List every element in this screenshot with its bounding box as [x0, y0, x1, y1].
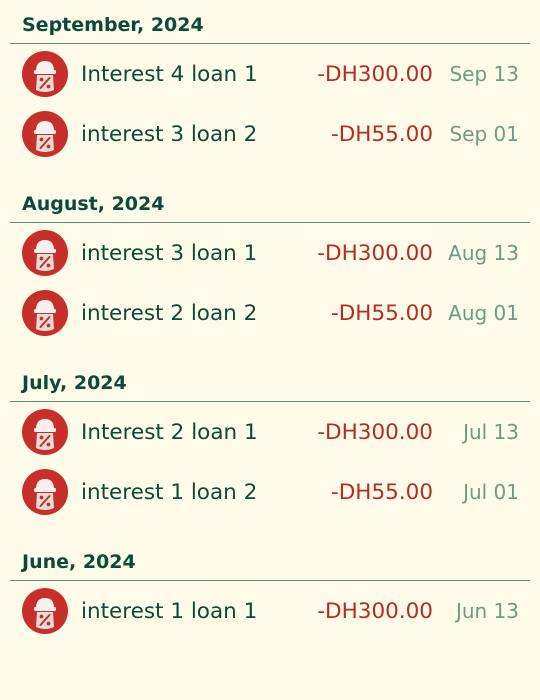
transaction-row[interactable]: interest 3 loan 2 -DH55.00 Sep 01	[0, 104, 540, 164]
month-header: June, 2024	[10, 537, 530, 581]
loan-interest-icon	[22, 111, 68, 157]
transaction-name: Interest 2 loan 1	[81, 419, 258, 445]
transaction-amount: -DH55.00	[330, 121, 433, 147]
transaction-date: Sep 13	[449, 62, 519, 86]
transaction-row[interactable]: Interest 2 loan 1 -DH300.00 Jul 13	[0, 402, 540, 462]
transaction-amount: -DH300.00	[317, 598, 433, 624]
month-group-july: July, 2024 Interest 2 loan 1 -DH300.00 J…	[0, 358, 540, 522]
month-group-september: September, 2024 Interest 4 loan 1 -DH300…	[0, 0, 540, 164]
transaction-name: interest 3 loan 2	[81, 121, 258, 147]
loan-interest-icon	[22, 588, 68, 634]
transaction-name: interest 2 loan 2	[81, 300, 258, 326]
transaction-row[interactable]: interest 1 loan 2 -DH55.00 Jul 01	[0, 462, 540, 522]
transaction-row[interactable]: Interest 4 loan 1 -DH300.00 Sep 13	[0, 44, 540, 104]
loan-interest-icon	[22, 469, 68, 515]
loan-interest-icon	[22, 290, 68, 336]
transaction-amount: -DH300.00	[317, 419, 433, 445]
transaction-amount: -DH300.00	[317, 61, 433, 87]
transaction-row[interactable]: interest 1 loan 1 -DH300.00 Jun 13	[0, 581, 540, 641]
month-group-august: August, 2024 interest 3 loan 1 -DH300.00…	[0, 179, 540, 343]
loan-interest-icon	[22, 51, 68, 97]
transaction-row[interactable]: interest 2 loan 2 -DH55.00 Aug 01	[0, 283, 540, 343]
loan-interest-icon	[22, 230, 68, 276]
transaction-date: Sep 01	[449, 122, 519, 146]
month-header: September, 2024	[10, 0, 530, 44]
transaction-amount: -DH300.00	[317, 240, 433, 266]
transaction-date: Jul 13	[463, 420, 519, 444]
transaction-amount: -DH55.00	[330, 300, 433, 326]
transactions-list: September, 2024 Interest 4 loan 1 -DH300…	[0, 0, 540, 700]
transaction-date: Aug 01	[448, 301, 519, 325]
transaction-name: interest 1 loan 1	[81, 598, 258, 624]
transaction-amount: -DH55.00	[330, 479, 433, 505]
transaction-row[interactable]: interest 3 loan 1 -DH300.00 Aug 13	[0, 223, 540, 283]
month-header: July, 2024	[10, 358, 530, 402]
transaction-date: Jul 01	[463, 480, 519, 504]
month-header: August, 2024	[10, 179, 530, 223]
transaction-name: interest 1 loan 2	[81, 479, 258, 505]
transaction-name: Interest 4 loan 1	[81, 61, 258, 87]
loan-interest-icon	[22, 409, 68, 455]
transaction-name: interest 3 loan 1	[81, 240, 258, 266]
transaction-date: Jun 13	[455, 599, 519, 623]
month-group-june: June, 2024 interest 1 loan 1 -DH300.00 J…	[0, 537, 540, 641]
transaction-date: Aug 13	[448, 241, 519, 265]
